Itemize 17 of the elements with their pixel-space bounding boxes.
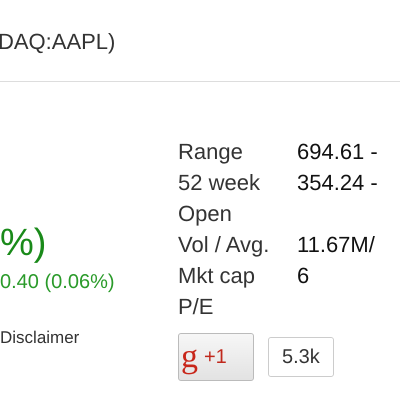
g-logo-icon: g xyxy=(181,340,198,374)
stat-label: Mkt cap xyxy=(178,262,256,290)
stat-value: 354.24 - xyxy=(297,169,379,197)
stat-label: Range xyxy=(178,138,244,166)
plus-one-count: 5.3k xyxy=(268,337,334,377)
stat-label: 52 week xyxy=(178,169,261,197)
price-change-percent: %) xyxy=(0,221,46,265)
stat-label: Open xyxy=(178,200,233,228)
price-change: 0.40 (0.06%) xyxy=(0,270,115,294)
stat-value: 6 xyxy=(297,262,310,290)
plus-one-button[interactable]: g +1 xyxy=(178,333,254,381)
stat-label: Vol / Avg. xyxy=(178,231,270,259)
stock-title: DAQ:AAPL) xyxy=(0,28,116,56)
stat-value: 11.67M/ xyxy=(297,231,376,259)
disclaimer-link[interactable]: Disclaimer xyxy=(0,328,80,348)
stat-value: 694.61 - xyxy=(297,138,379,166)
stat-label: P/E xyxy=(178,293,214,321)
